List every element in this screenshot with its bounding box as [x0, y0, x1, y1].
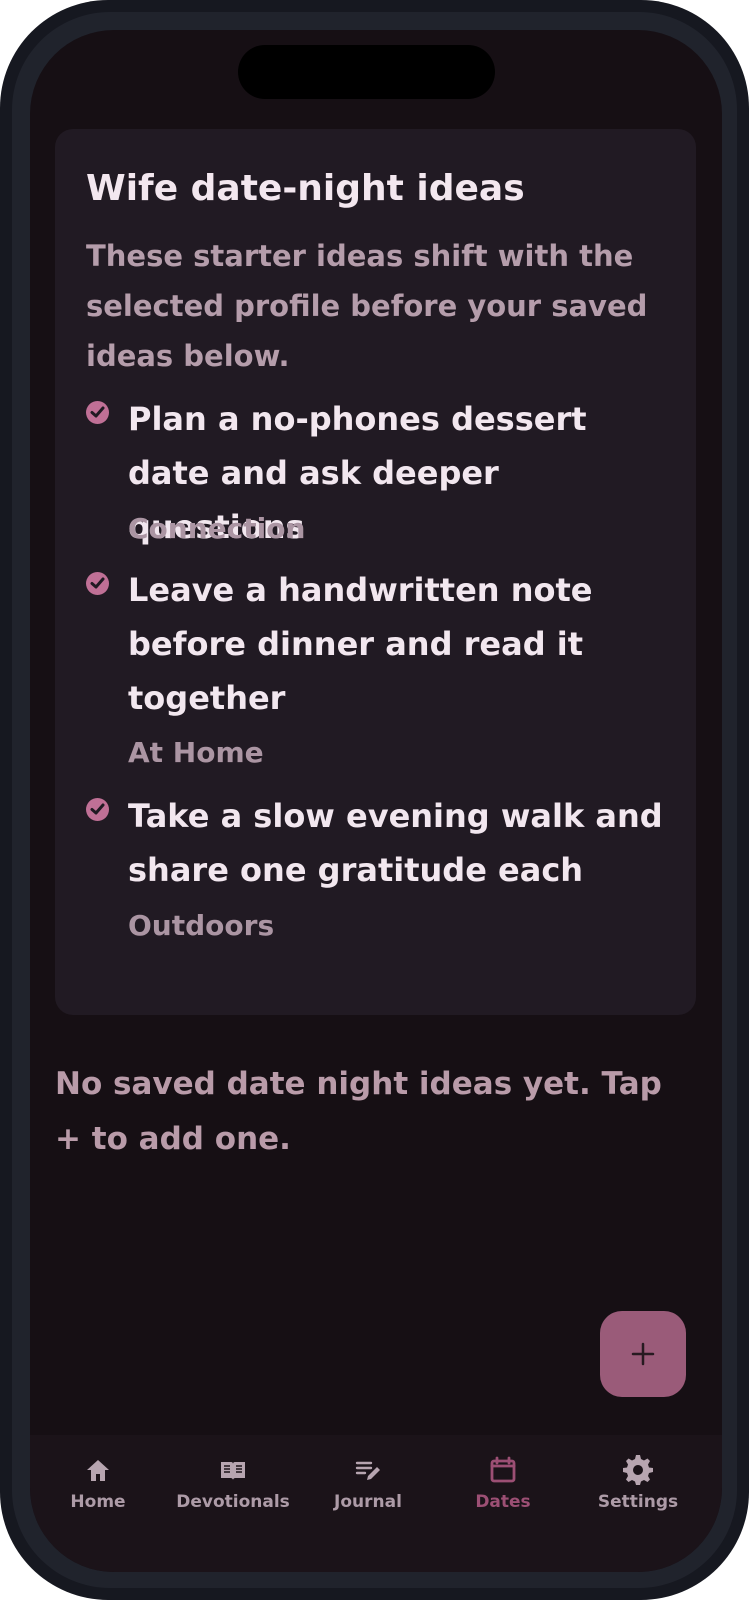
plus-icon: [631, 1342, 655, 1366]
nav-label: Devotionals: [176, 1492, 290, 1512]
idea-title: Leave a handwritten note before dinner a…: [128, 571, 593, 717]
home-icon: [87, 1460, 109, 1481]
phone-frame: Wife date-night ideas These starter idea…: [0, 0, 749, 1600]
add-date-idea-button[interactable]: [600, 1311, 686, 1397]
nav-item-devotionals[interactable]: Devotionals: [164, 1455, 302, 1533]
nav-item-dates[interactable]: Dates: [434, 1455, 572, 1533]
app-screen: Wife date-night ideas These starter idea…: [30, 30, 722, 1572]
book-icon: [221, 1462, 245, 1480]
idea-list-item: Leave a handwritten note before dinner a…: [86, 563, 676, 769]
check-circle-icon: [86, 798, 109, 821]
nav-item-journal[interactable]: Journal: [299, 1455, 437, 1533]
nav-item-settings[interactable]: Settings: [569, 1455, 707, 1533]
nav-label: Dates: [475, 1492, 531, 1512]
idea-category: Outdoors: [128, 909, 275, 942]
nav-item-home[interactable]: Home: [30, 1455, 167, 1533]
check-circle-icon: [86, 401, 109, 424]
date-night-ideas-card: Wife date-night ideas These starter idea…: [55, 129, 696, 1015]
card-description: These starter ideas shift with the selec…: [86, 239, 648, 373]
dynamic-island: [238, 45, 495, 99]
bottom-navigation: Home Devotionals Journal Dates Settings: [30, 1435, 722, 1572]
check-circle-icon: [86, 572, 109, 595]
idea-title: Take a slow evening walk and share one g…: [128, 797, 663, 889]
gear-icon: [623, 1455, 653, 1485]
card-title: Wife date-night ideas: [86, 168, 525, 209]
nav-label: Journal: [334, 1492, 402, 1512]
idea-list-item: Plan a no-phones dessert date and ask de…: [86, 392, 676, 546]
idea-category: At Home: [128, 736, 264, 769]
edit-note-icon: [355, 1461, 380, 1480]
nav-label: Settings: [597, 1492, 679, 1512]
calendar-icon: [490, 1456, 516, 1483]
empty-state-message: No saved date night ideas yet. Tap + to …: [55, 1066, 662, 1157]
idea-list-item: Take a slow evening walk and share one g…: [86, 789, 676, 942]
nav-label: Home: [70, 1492, 126, 1512]
idea-category: Connection: [128, 512, 306, 545]
